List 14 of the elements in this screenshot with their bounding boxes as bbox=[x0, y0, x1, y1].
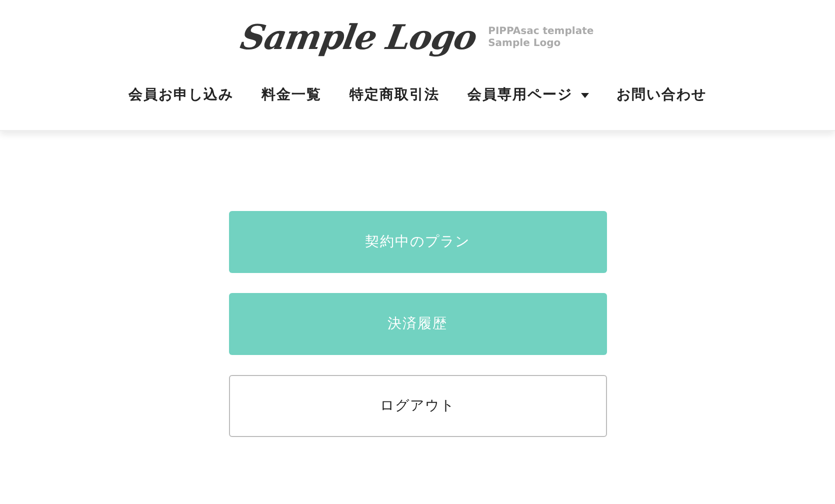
nav-label: 特定商取引法 bbox=[350, 86, 440, 104]
nav-link[interactable]: 会員お申し込み bbox=[114, 82, 248, 108]
nav-link[interactable]: 特定商取引法 bbox=[336, 82, 454, 108]
nav-label: 会員お申し込み bbox=[128, 86, 234, 104]
nav-label: 料金一覧 bbox=[262, 86, 322, 104]
logo[interactable]: Sample Logo bbox=[238, 18, 480, 58]
nav-link[interactable]: 料金一覧 bbox=[248, 82, 336, 108]
nav-label: 会員専用ページ bbox=[468, 86, 572, 104]
logo-tagline: Sample Logo bbox=[488, 38, 562, 50]
nav-label: お問い合わせ bbox=[616, 86, 706, 104]
logo-tagline: PIPPAsac template bbox=[488, 26, 594, 38]
nav-link[interactable]: 会員専用ページ bbox=[454, 82, 602, 108]
menu-button[interactable]: ログアウト bbox=[228, 375, 606, 437]
nav-link[interactable]: お問い合わせ bbox=[602, 82, 720, 108]
